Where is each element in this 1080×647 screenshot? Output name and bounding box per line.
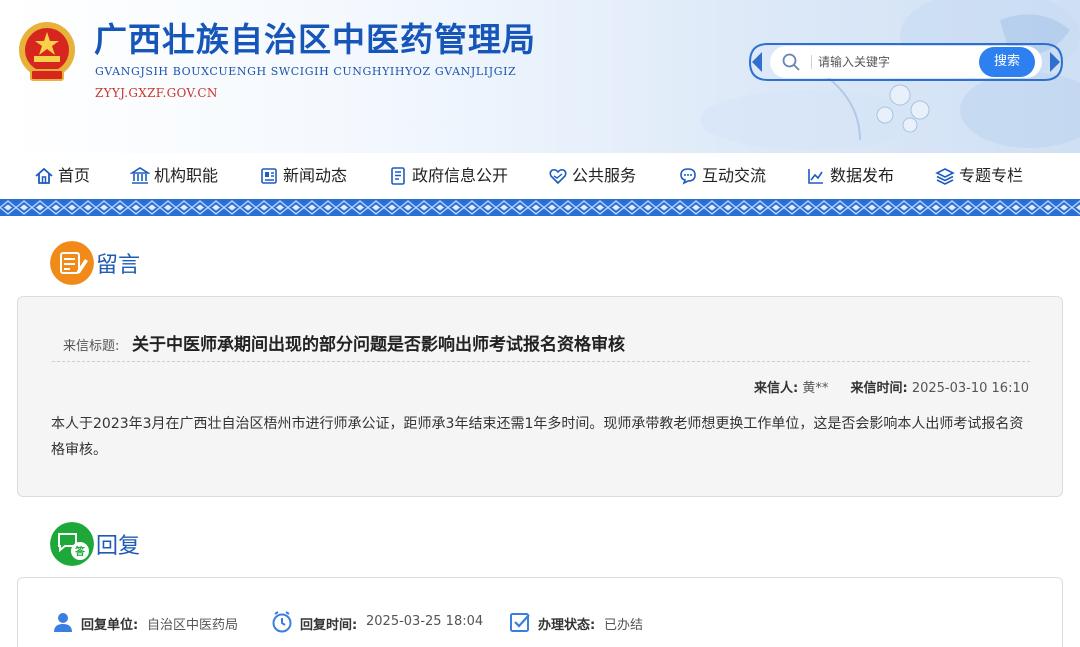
message-card: 来信标题: 关于中医师承期间出现的部分问题是否影响出师考试报名资格审核 来信人:… bbox=[17, 296, 1063, 497]
nav-label: 政府信息公开 bbox=[412, 166, 509, 185]
sender-label: 来信人: bbox=[754, 381, 799, 396]
search-separator bbox=[811, 55, 812, 69]
national-emblem-icon bbox=[19, 22, 75, 81]
nav-label: 机构职能 bbox=[154, 166, 219, 185]
chat-icon bbox=[680, 168, 696, 185]
check-box-icon bbox=[510, 613, 530, 632]
search-icon bbox=[782, 53, 800, 71]
user-icon bbox=[54, 613, 72, 632]
chart-icon bbox=[808, 169, 823, 184]
reply-unit: 回复单位: 自治区中医药局 bbox=[51, 612, 251, 634]
nav-ornament-strip bbox=[0, 199, 1080, 216]
institution-icon bbox=[130, 167, 150, 184]
nav-label: 新闻动态 bbox=[283, 166, 348, 185]
reply-card: 回复单位: 自治区中医药局 回复时间: 2025-03-25 18:04 办理状… bbox=[17, 577, 1063, 647]
nav-label: 数据发布 bbox=[830, 166, 895, 185]
news-icon bbox=[261, 168, 277, 184]
time-label: 来信时间: bbox=[850, 381, 908, 396]
header-banner: 广西壮族自治区中医药管理局 GVANGJSIH BOUXCUENGH SWCIG… bbox=[0, 0, 1080, 153]
message-pen-icon bbox=[50, 241, 94, 285]
reply-status: 办理状态: 已办结 bbox=[508, 612, 708, 634]
nav-label: 首页 bbox=[58, 166, 91, 185]
search-button[interactable]: 搜索 bbox=[979, 47, 1035, 77]
nav-label: 公共服务 bbox=[572, 166, 637, 185]
home-icon bbox=[35, 167, 53, 184]
message-meta: 来信人: 黄** 来信时间: 2025-03-10 16:10 bbox=[754, 377, 1029, 396]
message-subject: 关于中医师承期间出现的部分问题是否影响出师考试报名资格审核 bbox=[132, 335, 625, 355]
sender-value: 黄** bbox=[802, 381, 829, 396]
time-value: 2025-03-10 16:10 bbox=[911, 381, 1029, 396]
document-icon bbox=[391, 167, 405, 185]
reply-answer-icon: 答 bbox=[50, 522, 94, 566]
section-title: 留言 bbox=[96, 253, 141, 278]
reply-unit-label: 回复单位: bbox=[81, 618, 139, 633]
search-bar: 搜索 bbox=[748, 42, 1064, 82]
nav-label: 专题专栏 bbox=[959, 166, 1024, 185]
reply-status-label: 办理状态: bbox=[538, 618, 596, 633]
section-title: 回复 bbox=[96, 534, 141, 559]
reply-time-value: 2025-03-25 18:04 bbox=[366, 614, 484, 629]
site-title: 广西壮族自治区中医药管理局 bbox=[94, 20, 536, 59]
layers-icon bbox=[935, 168, 955, 185]
site-subtitle: GVANGJSIH BOUXCUENGH SWCIGIH CUNGHYIHYOZ… bbox=[95, 65, 517, 78]
reply-unit-value: 自治区中医药局 bbox=[147, 618, 239, 633]
heart-hands-icon bbox=[549, 168, 567, 185]
clock-icon bbox=[272, 611, 292, 633]
site-domain: ZYYJ.GXZF.GOV.CN bbox=[95, 86, 218, 100]
nav-label: 互动交流 bbox=[702, 166, 767, 185]
svg-text:答: 答 bbox=[74, 545, 86, 558]
subject-label: 来信标题: bbox=[63, 339, 120, 354]
reply-time-label: 回复时间: bbox=[300, 618, 358, 633]
reply-status-value: 已办结 bbox=[604, 618, 644, 633]
reply-time: 回复时间: 2025-03-25 18:04 bbox=[270, 611, 500, 634]
main-nav: 首页 机构职能 新闻动态 政府信息公开 公共服务 互动交流 数据发布 专题专栏 bbox=[0, 153, 1080, 199]
message-body: 本人于2023年3月在广西壮自治区梧州市进行师承公证，距师承3年结束还需1年多时… bbox=[51, 416, 1024, 458]
divider bbox=[52, 361, 1030, 362]
search-input[interactable] bbox=[818, 51, 968, 73]
